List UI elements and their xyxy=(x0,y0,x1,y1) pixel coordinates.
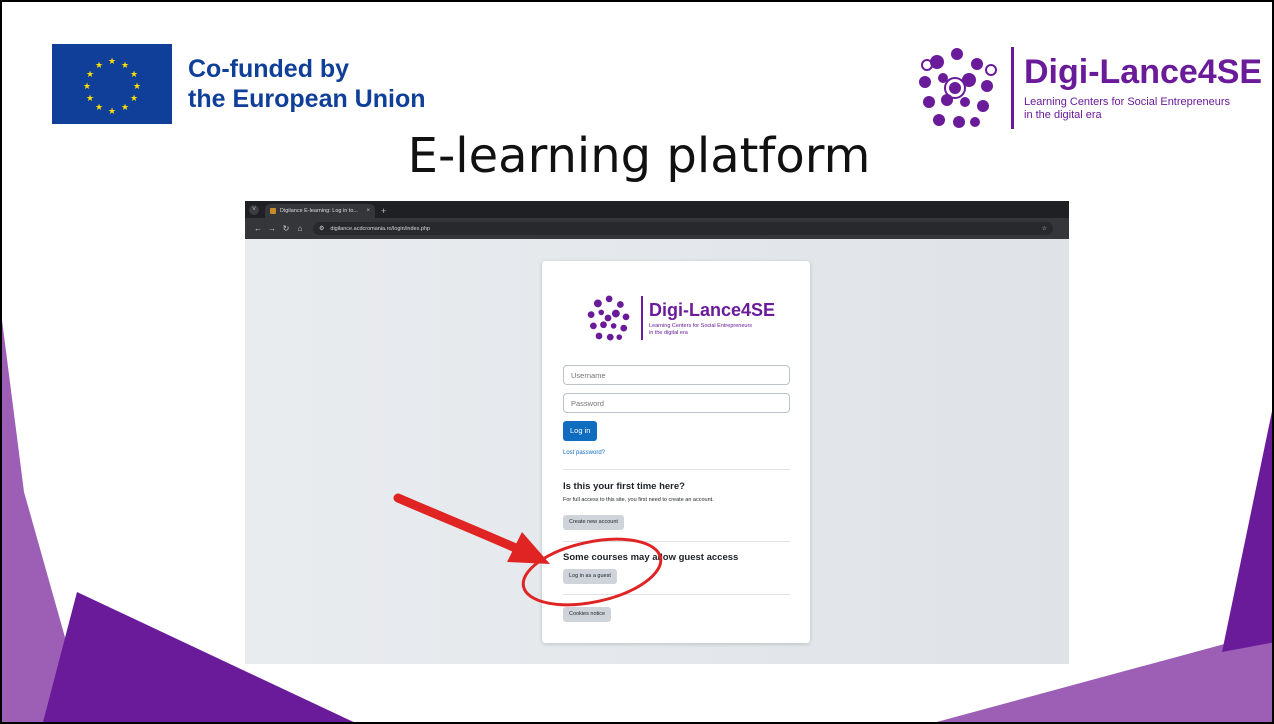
login-page: Digi-Lance4SE Learning Centers for Socia… xyxy=(245,239,1069,664)
svg-text:★: ★ xyxy=(86,94,94,104)
browser-toolbar: ← → ↻ ⌂ ⚙ digilance.acdcromania.ro/login… xyxy=(245,218,1069,239)
card-tagline-line2: in the digital era xyxy=(649,329,688,336)
first-time-heading: Is this your first time here? xyxy=(563,481,685,492)
lost-password-link[interactable]: Lost password? xyxy=(563,450,605,456)
first-time-text: For full access to this site, you first … xyxy=(563,497,714,503)
address-bar[interactable]: ⚙ digilance.acdcromania.ro/login/index.p… xyxy=(313,222,1053,235)
card-logo-divider xyxy=(641,296,643,340)
logo-divider xyxy=(1011,47,1014,129)
create-account-button[interactable]: Create new account xyxy=(563,515,624,530)
password-input[interactable] xyxy=(563,393,790,413)
svg-text:★: ★ xyxy=(83,82,91,92)
card-tagline-line1: Learning Centers for Social Entrepreneur… xyxy=(649,322,753,329)
guest-login-button[interactable]: Log in as a guest xyxy=(563,569,617,584)
svg-text:★: ★ xyxy=(95,103,103,113)
svg-text:★: ★ xyxy=(130,70,138,80)
card-project-tagline: Learning Centers for Social Entrepreneur… xyxy=(649,323,769,337)
divider xyxy=(563,469,790,470)
browser-tab[interactable]: Digilance E-learning: Log in to... × xyxy=(265,204,375,218)
reload-icon[interactable]: ↻ xyxy=(279,224,293,233)
tagline-line2: in the digital era xyxy=(1024,109,1102,121)
cookies-notice-button[interactable]: Cookies notice xyxy=(563,607,612,622)
slide-title: E-learning platform xyxy=(407,128,871,184)
card-logo: Digi-Lance4SE Learning Centers for Socia… xyxy=(581,291,775,345)
svg-text:★: ★ xyxy=(130,94,138,104)
eu-flag-icon: ★ ★ ★ ★ ★ ★ ★ ★ ★ ★ ★ ★ xyxy=(52,44,172,124)
card-project-name: Digi-Lance4SE xyxy=(649,299,776,320)
forward-icon[interactable]: → xyxy=(265,224,279,233)
home-icon[interactable]: ⌂ xyxy=(293,224,307,233)
eu-logo-text: Co-funded by the European Union xyxy=(188,54,426,114)
svg-text:★: ★ xyxy=(86,70,94,80)
right-purple-strip xyxy=(1222,411,1272,652)
back-icon[interactable]: ← xyxy=(251,224,265,233)
login-card: Digi-Lance4SE Learning Centers for Socia… xyxy=(542,261,810,643)
tab-list-icon[interactable]: ˅ xyxy=(249,205,259,215)
project-tagline: Learning Centers for Social Entrepreneur… xyxy=(1024,96,1234,122)
digilance-logo: Digi-Lance4SE Learning Centers for Socia… xyxy=(907,40,1262,136)
svg-text:★: ★ xyxy=(121,103,129,113)
eu-line1: Co-funded by xyxy=(188,55,350,83)
icon-cluster-logo xyxy=(919,48,997,128)
site-info-icon[interactable]: ⚙ xyxy=(319,225,324,232)
eu-line2: the European Union xyxy=(188,85,426,113)
browser-screenshot: ˅ Digilance E-learning: Log in to... × +… xyxy=(245,201,1069,664)
url-text: digilance.acdcromania.ro/login/index.php xyxy=(330,225,431,232)
svg-text:★: ★ xyxy=(95,61,103,71)
tab-title: Digilance E-learning: Log in to... xyxy=(280,208,358,214)
username-input[interactable] xyxy=(563,365,790,385)
icon-cluster-logo-small xyxy=(587,295,630,341)
new-tab-icon[interactable]: + xyxy=(381,206,386,216)
eu-cofunded-logo: ★ ★ ★ ★ ★ ★ ★ ★ ★ ★ ★ ★ Co-funded by the Europea… xyxy=(52,44,426,124)
svg-text:★: ★ xyxy=(108,107,116,117)
login-button[interactable]: Log in xyxy=(563,421,598,441)
presentation-slide: ★ ★ ★ ★ ★ ★ ★ ★ ★ ★ ★ ★ Co-funded by the Europea… xyxy=(0,0,1274,724)
divider xyxy=(563,541,790,542)
browser-tab-bar: ˅ Digilance E-learning: Log in to... × + xyxy=(245,201,1069,218)
svg-text:★: ★ xyxy=(121,61,129,71)
project-name: Digi-Lance4SE xyxy=(1024,53,1263,91)
svg-text:★: ★ xyxy=(133,82,141,92)
close-tab-icon[interactable]: × xyxy=(366,208,370,214)
divider xyxy=(563,594,790,595)
favicon-icon xyxy=(270,208,276,214)
tagline-line1: Learning Centers for Social Entrepreneur… xyxy=(1024,96,1231,108)
guest-access-heading: Some courses may allow guest access xyxy=(563,552,739,563)
svg-text:★: ★ xyxy=(108,57,116,67)
bookmark-star-icon[interactable]: ☆ xyxy=(1042,225,1047,232)
